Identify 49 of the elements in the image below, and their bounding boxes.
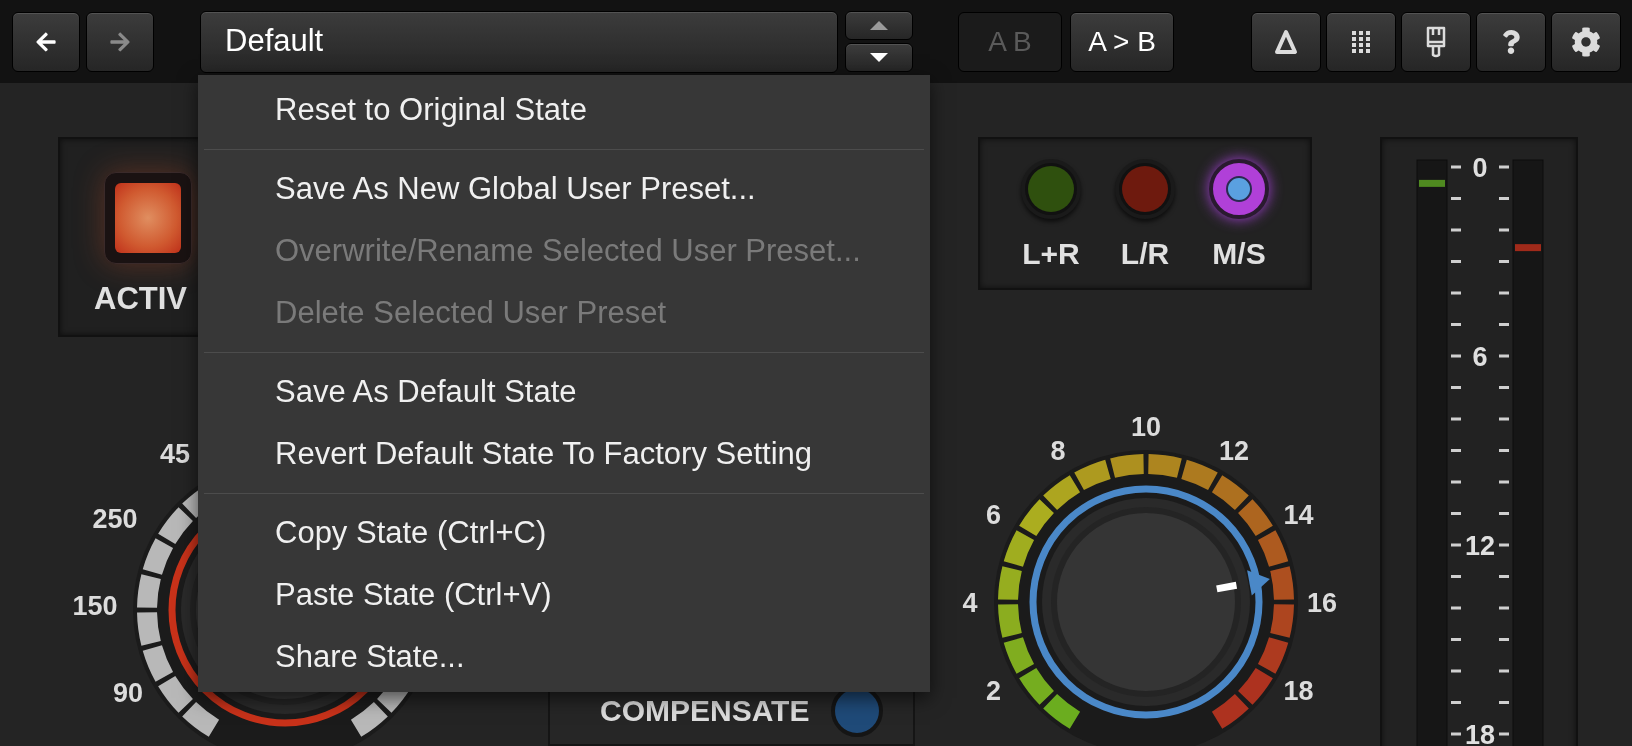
mode-button[interactable]: L/R [1107, 159, 1183, 288]
menu-item[interactable]: Paste State (Ctrl+V) [198, 564, 930, 626]
scale-label: 250 [92, 504, 138, 534]
active-label: ACTIV [94, 280, 188, 318]
menu-item[interactable]: Revert Default State To Factory Setting [198, 423, 930, 485]
mode-button[interactable]: L+R [1013, 159, 1089, 288]
settings-button[interactable] [1551, 11, 1621, 72]
menu-item[interactable]: Save As New Global User Preset... [198, 158, 930, 220]
brush-icon [1424, 25, 1448, 58]
compensate-label: COMPENSATE [600, 692, 810, 729]
menu-item[interactable]: Reset to Original State [198, 79, 930, 141]
active-led-button[interactable] [104, 172, 192, 264]
scale-label: 4 [962, 588, 978, 618]
scale-label: 6 [1472, 342, 1488, 372]
scale-label: 12 [1219, 435, 1249, 466]
settings-icon [1571, 26, 1601, 57]
preset-dropdown[interactable]: Default [200, 10, 838, 73]
scale-label: 90 [113, 678, 143, 708]
scale-label: 18 [1283, 676, 1314, 706]
caret-up-icon [870, 21, 888, 30]
preset-down-button[interactable] [845, 43, 913, 72]
scale-label: 16 [1307, 588, 1337, 618]
mode-button[interactable]: M/S [1201, 159, 1277, 288]
back-arrow-icon [35, 30, 57, 53]
menu-item[interactable]: Save As Default State [198, 361, 930, 423]
menu-item[interactable]: Share State... [198, 626, 930, 688]
level-arrow-icon [1247, 570, 1270, 596]
forward-arrow-icon [109, 30, 131, 53]
led-icon [115, 183, 181, 253]
scale-label: 12 [1465, 531, 1495, 561]
scale-label: 6 [986, 500, 1002, 530]
menu-item[interactable]: Copy State (Ctrl+C) [198, 502, 930, 564]
scale-label: 45 [160, 439, 191, 469]
help-button[interactable] [1476, 11, 1546, 72]
back-button[interactable] [12, 11, 80, 72]
delta-icon [1274, 28, 1298, 55]
scale-label: 0 [1472, 153, 1488, 183]
scale-label: 2 [986, 676, 1002, 706]
delta-button[interactable] [1251, 11, 1321, 72]
ab-button[interactable]: A > B [1070, 11, 1174, 72]
caret-down-icon [870, 53, 888, 62]
scale-label: 18 [1465, 720, 1495, 746]
scale-label: 8 [1050, 435, 1066, 466]
scale-label: 10 [1131, 412, 1161, 442]
grid-icon [1349, 29, 1373, 54]
brush-button[interactable] [1401, 11, 1471, 72]
grid-button[interactable] [1326, 11, 1396, 72]
scale-label: 150 [72, 591, 118, 621]
scale-label: 14 [1283, 500, 1314, 530]
